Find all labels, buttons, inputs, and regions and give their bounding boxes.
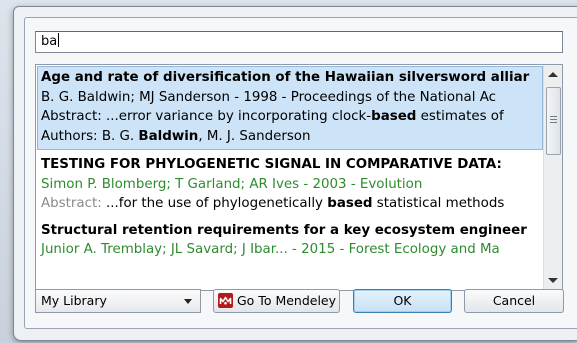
library-select[interactable]: My Library — [35, 289, 201, 313]
result-title: Age and rate of diversification of the H… — [41, 70, 530, 85]
abstract-text-pre: ...for the use of phylogenetically — [105, 196, 328, 211]
authors-highlight: Baldwin — [138, 128, 199, 144]
result-meta: B. G. Baldwin; MJ Sanderson - 1998 - Pro… — [41, 89, 497, 105]
mendeley-button-label: Go To Mendeley — [237, 293, 337, 308]
abstract-highlight: based — [327, 196, 373, 211]
list-item-result-2[interactable]: TESTING FOR PHYLOGENETIC SIGNAL IN COMPA… — [36, 153, 544, 216]
chevron-down-icon — [184, 299, 192, 304]
mendeley-icon — [218, 293, 233, 308]
abstract-highlight: based — [371, 109, 417, 124]
result-title: TESTING FOR PHYLOGENETIC SIGNAL IN COMPA… — [41, 157, 502, 172]
go-to-mendeley-button[interactable]: Go To Mendeley — [213, 289, 340, 313]
library-select-value: My Library — [41, 293, 107, 308]
cancel-button[interactable]: Cancel — [464, 289, 564, 313]
abstract-text-pre: ...error variance by incorporating clock… — [105, 109, 372, 124]
abstract-text-post: estimates of — [416, 109, 504, 124]
result-meta: Simon P. Blomberg; T Garland; AR Ives - … — [41, 176, 423, 192]
ok-button-label: OK — [393, 293, 412, 308]
chevron-up-icon[interactable] — [548, 72, 558, 77]
button-bar: My Library Go To Mendeley OK Cancel — [35, 289, 575, 315]
ok-button[interactable]: OK — [353, 289, 452, 313]
abstract-text-post: statistical methods — [372, 196, 505, 211]
text-caret — [58, 33, 60, 47]
cancel-button-label: Cancel — [492, 293, 536, 308]
grip-line — [550, 116, 557, 117]
results-list[interactable]: Age and rate of diversification of the H… — [35, 64, 563, 291]
vertical-scrollbar[interactable] — [543, 65, 562, 290]
result-authors: Authors: B. G. Baldwin, M. J. Sanderson — [41, 127, 539, 147]
authors-rest: , M. J. Sanderson — [198, 128, 311, 144]
authors-label: Authors: B. G. — [41, 128, 139, 144]
background: ba Age and rate of diversification of th… — [0, 0, 577, 343]
abstract-label: Abstract: — [41, 109, 106, 124]
scrollbar-thumb[interactable] — [546, 87, 561, 155]
citation-search-dialog: ba Age and rate of diversification of th… — [24, 17, 577, 329]
grip-line — [550, 119, 557, 120]
result-abstract: Abstract: ...for the use of phylogenetic… — [41, 194, 540, 214]
abstract-label: Abstract: — [41, 196, 106, 211]
result-title: Structural retention requirements for a … — [41, 222, 527, 238]
result-abstract: Abstract: ...error variance by incorpora… — [41, 107, 539, 127]
results-list-viewport: Age and rate of diversification of the H… — [36, 65, 544, 290]
list-item-result-3[interactable]: Structural retention requirements for a … — [36, 219, 544, 262]
search-input[interactable]: ba — [35, 31, 563, 53]
grip-line — [550, 122, 557, 123]
search-input-text: ba — [41, 34, 58, 49]
list-item-result-1[interactable]: Age and rate of diversification of the H… — [37, 66, 543, 150]
chevron-down-icon[interactable] — [548, 278, 558, 283]
result-meta: Junior A. Tremblay; JL Savard; J Ibar...… — [41, 242, 500, 257]
